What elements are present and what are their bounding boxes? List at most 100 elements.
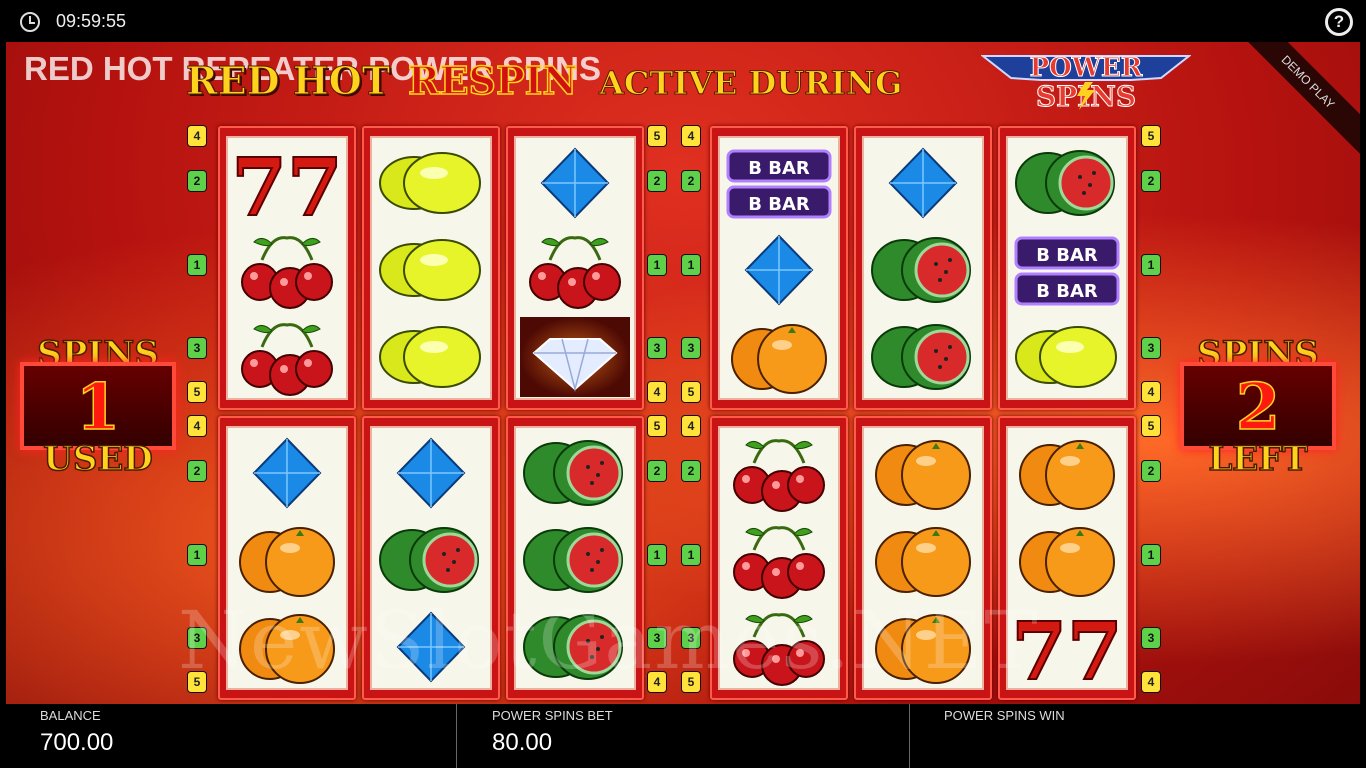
bottom-bar: BALANCE 700.00 POWER SPINS BET 80.00 POW…: [0, 704, 1366, 768]
reel: 77: [218, 126, 356, 410]
melon-icon: [516, 517, 634, 603]
reel: [362, 126, 500, 410]
logo-power-text: POWER: [1030, 53, 1143, 83]
cherry-icon: [228, 227, 346, 313]
spins-used-label: USED: [42, 438, 153, 480]
payline-marker: 2: [1142, 461, 1160, 481]
payline-marker: 1: [188, 545, 206, 565]
clock-icon: [20, 12, 40, 32]
balance-value: 700.00: [40, 729, 114, 756]
orange-icon: [1008, 430, 1126, 516]
win-label: POWER SPINS WIN: [944, 708, 1065, 723]
payline-marker: 5: [648, 126, 666, 146]
lemon-icon: [372, 140, 490, 226]
bet-panel: POWER SPINS BET 80.00: [458, 704, 908, 768]
diamond-icon: [720, 227, 838, 313]
svg-text:77: 77: [232, 143, 342, 223]
melon-icon: [372, 517, 490, 603]
diamond-icon: [516, 140, 634, 226]
divider: [456, 704, 457, 768]
banner-red-hot: RED HOT: [185, 58, 391, 104]
payline-marker: 5: [648, 416, 666, 436]
cherry-icon: [720, 430, 838, 516]
lemon-icon: [1008, 314, 1126, 400]
payline-marker: 5: [1142, 416, 1160, 436]
reel-window: 77: [226, 136, 348, 400]
clock-time: 09:59:55: [56, 11, 127, 31]
payline-marker: 4: [188, 416, 206, 436]
bet-value: 80.00: [492, 729, 553, 756]
payline-marker: 2: [682, 171, 700, 191]
cherry-icon: [228, 314, 346, 400]
spins-used-box: 1: [20, 362, 176, 450]
payline-marker: 3: [648, 338, 666, 358]
payline-marker: 1: [188, 255, 206, 275]
banner-active-during: ACTIVE DURING: [599, 64, 903, 103]
wild-diamond-icon: [516, 314, 634, 400]
watermark: NewSlotGames.NET: [178, 594, 1040, 687]
melon-icon: [864, 314, 982, 400]
melon-icon: [1008, 140, 1126, 226]
spins-left-box: 2: [1180, 362, 1336, 450]
payline-marker: 2: [648, 171, 666, 191]
balance-panel: BALANCE 700.00: [6, 704, 456, 768]
cherry-icon: [720, 517, 838, 603]
spins-used-count: 1: [75, 369, 121, 446]
spins-left-label: LEFT: [1208, 438, 1309, 480]
payline-marker: 1: [682, 255, 700, 275]
payline-marker: 1: [1142, 255, 1160, 275]
lemon-icon: [372, 314, 490, 400]
reel-window: [862, 136, 984, 400]
payline-marker: 2: [648, 461, 666, 481]
orange-icon: [228, 517, 346, 603]
svg-text:B BAR: B BAR: [1036, 245, 1098, 266]
payline-marker: 4: [648, 382, 666, 402]
bar-icon: B BAR B BAR: [720, 140, 838, 226]
orange-icon: [864, 430, 982, 516]
balance-label: BALANCE: [40, 708, 101, 723]
reel: B BAR B BAR: [710, 126, 848, 410]
melon-icon: [864, 227, 982, 313]
payline-marker: 4: [188, 126, 206, 146]
payline-marker: 5: [188, 382, 206, 402]
respin-banner: RED HOT RESPIN ACTIVE DURING: [185, 57, 903, 104]
payline-marker: 4: [682, 416, 700, 436]
payline-marker: 5: [682, 382, 700, 402]
payline-marker: 2: [188, 461, 206, 481]
seven-icon: 77: [228, 140, 346, 226]
bet-label: POWER SPINS BET: [492, 708, 613, 723]
game-stage: RED HOT REPEATER POWER SPINS RED HOT RESP…: [6, 42, 1360, 704]
reel: [854, 126, 992, 410]
svg-text:B BAR: B BAR: [1036, 281, 1098, 302]
payline-marker: 3: [1142, 628, 1160, 648]
payline-marker: 1: [648, 545, 666, 565]
cherry-icon: [516, 227, 634, 313]
payline-marker: 3: [682, 338, 700, 358]
payline-marker: 5: [1142, 126, 1160, 146]
lemon-icon: [372, 227, 490, 313]
payline-marker: 1: [648, 255, 666, 275]
win-panel: POWER SPINS WIN: [910, 704, 1360, 768]
melon-icon: [516, 430, 634, 516]
reel-window: [370, 136, 492, 400]
demo-play-ribbon: DEMO PLAY: [1234, 42, 1360, 156]
orange-icon: [864, 517, 982, 603]
top-bar: 09:59:55 ?: [0, 0, 1366, 44]
payline-marker: 2: [682, 461, 700, 481]
diamond-icon: [864, 140, 982, 226]
payline-marker: 2: [1142, 171, 1160, 191]
payline-marker: 4: [682, 126, 700, 146]
orange-icon: [720, 314, 838, 400]
svg-text:B BAR: B BAR: [748, 194, 810, 215]
diamond-icon: [372, 430, 490, 516]
bar-icon: B BAR B BAR: [1008, 227, 1126, 313]
reel: B BAR B BAR: [998, 126, 1136, 410]
reel: [506, 126, 644, 410]
payline-marker: 4: [1142, 382, 1160, 402]
payline-marker: 1: [1142, 545, 1160, 565]
reel-window: [514, 136, 636, 400]
spins-left-count: 2: [1235, 369, 1281, 446]
help-button[interactable]: ?: [1325, 8, 1353, 36]
diamond-icon: [228, 430, 346, 516]
payline-marker: 1: [682, 545, 700, 565]
